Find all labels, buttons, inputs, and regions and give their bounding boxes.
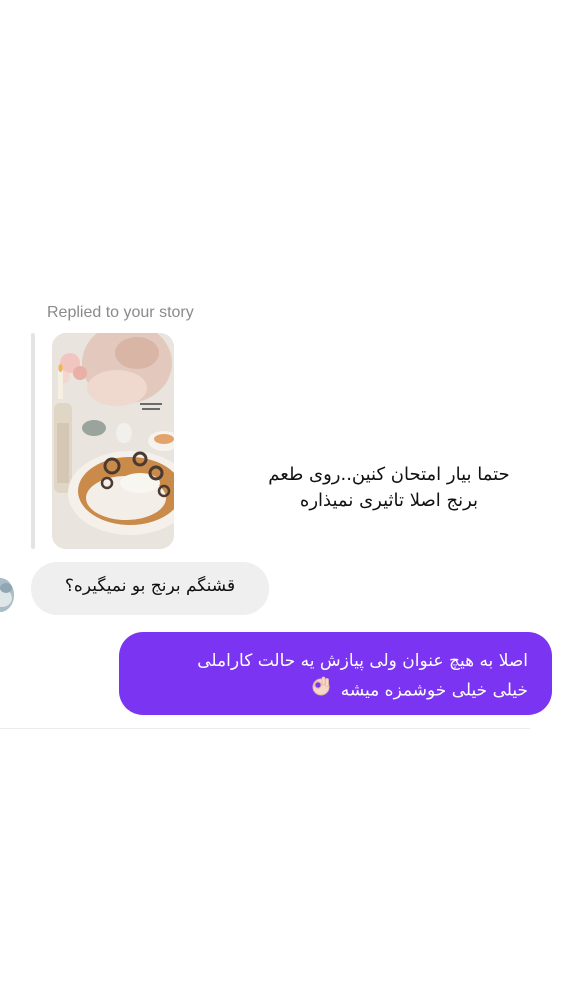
story-overlay-caption: حتما بیار امتحان کنین..روی طعم برنج اصلا… xyxy=(230,462,548,514)
incoming-message-bubble[interactable]: قشنگم برنج بو نمیگیره؟ xyxy=(31,562,269,615)
outgoing-message-text: اصلا به هیچ عنوان ولی پیازش یه حالت کارا… xyxy=(133,648,528,706)
sender-avatar[interactable] xyxy=(0,578,14,612)
outgoing-message-line-2: خیلی خیلی خوشمزه میشه xyxy=(133,675,528,706)
incoming-message-text: قشنگم برنج بو نمیگیره؟ xyxy=(64,576,236,596)
outgoing-message-line-1: اصلا به هیچ عنوان ولی پیازش یه حالت کارا… xyxy=(197,651,528,671)
thread-divider xyxy=(0,728,530,729)
ok-hand-emoji-icon xyxy=(311,675,331,706)
story-thumbnail[interactable] xyxy=(52,333,174,549)
reply-quote-bar xyxy=(31,333,35,549)
story-caption-line-2: برنج اصلا تاثیری نمیذاره xyxy=(299,490,479,511)
outgoing-message-line-2-text: خیلی خیلی خوشمزه میشه xyxy=(340,680,528,701)
story-caption-line-1: حتما بیار امتحان کنین..روی طعم xyxy=(268,464,510,485)
story-food-photo xyxy=(52,333,174,549)
chat-thread: Replied to your story حتما بیار امتحان ک… xyxy=(0,0,563,1000)
avatar-image xyxy=(0,578,14,612)
outgoing-message-bubble[interactable]: اصلا به هیچ عنوان ولی پیازش یه حالت کارا… xyxy=(119,632,552,715)
replied-to-story-label: Replied to your story xyxy=(47,304,194,321)
